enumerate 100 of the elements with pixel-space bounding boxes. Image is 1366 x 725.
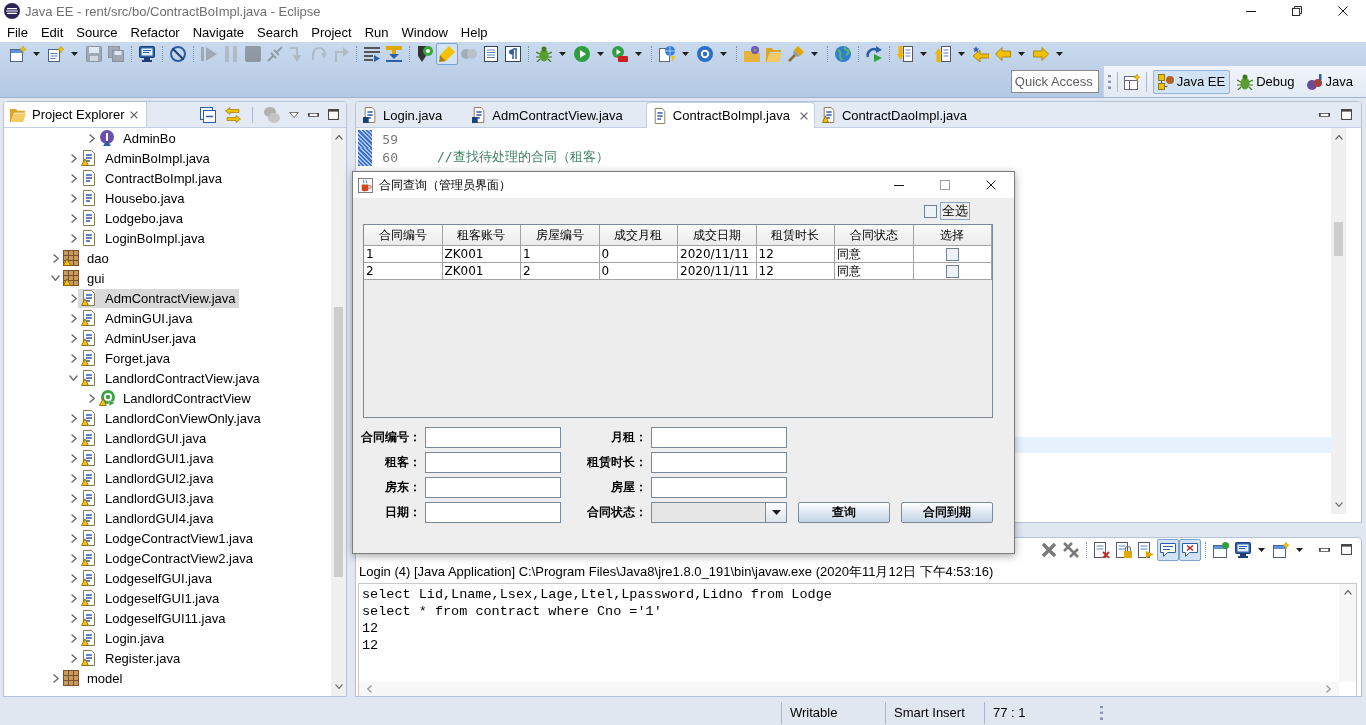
pin-icon[interactable]: [417, 46, 433, 62]
monitor-icon[interactable]: [139, 46, 155, 62]
brush-icon[interactable]: [788, 46, 804, 62]
tree-item[interactable]: LodgeselfGUI11.java: [78, 608, 229, 628]
chevron-right-icon[interactable]: [70, 333, 77, 343]
text-field[interactable]: [425, 477, 561, 498]
chevron-up-icon[interactable]: [1343, 590, 1352, 595]
text-field[interactable]: [651, 477, 787, 498]
row-checkbox[interactable]: [945, 247, 959, 261]
monitor-icon[interactable]: [1235, 541, 1251, 558]
chevron-right-icon[interactable]: [70, 173, 77, 183]
vertical-scrollbar[interactable]: [331, 128, 346, 696]
list-arrow-icon[interactable]: [364, 46, 380, 62]
chevron-right-icon[interactable]: [88, 393, 95, 403]
document-x-icon[interactable]: [1094, 541, 1110, 558]
chevron-right-icon[interactable]: [70, 213, 77, 223]
tree-item[interactable]: Login.java: [78, 628, 168, 648]
tree-item[interactable]: LodgeContractView2.java: [78, 548, 256, 568]
chevron-down-icon[interactable]: [334, 684, 343, 689]
caret-icon[interactable]: [811, 52, 818, 56]
tree-item[interactable]: LandlordContractView.java: [78, 368, 263, 388]
view-tab[interactable]: Project Explorer: [4, 102, 148, 127]
editor-tab[interactable]: ContractDaoImpl.java: [814, 102, 990, 127]
tree-item[interactable]: LandlordGUI.java: [78, 428, 210, 448]
tree-item[interactable]: dao: [60, 248, 112, 268]
chevron-right-icon[interactable]: [70, 593, 77, 603]
globe-icon[interactable]: [835, 46, 851, 62]
tree-item[interactable]: AdminBo: [96, 128, 179, 148]
document-star-icon[interactable]: [48, 46, 64, 62]
tree-item[interactable]: gui: [60, 268, 108, 288]
chevron-up-icon[interactable]: [1334, 135, 1343, 140]
caret-icon[interactable]: [958, 52, 965, 56]
minimize-icon[interactable]: [1319, 547, 1330, 552]
chevron-right-icon[interactable]: [70, 613, 77, 623]
chevron-right-icon[interactable]: [88, 133, 95, 143]
tree-item[interactable]: AdminUser.java: [78, 328, 200, 348]
text-field[interactable]: [425, 427, 561, 448]
tree-item[interactable]: Lodgebo.java: [78, 208, 187, 228]
tree-item[interactable]: LodgeContractView1.java: [78, 528, 256, 548]
speech-bubble-x-icon[interactable]: [1179, 538, 1201, 561]
double-x-icon[interactable]: [1063, 541, 1079, 558]
caret-icon[interactable]: [71, 52, 78, 56]
tree-item[interactable]: AdmContractView.java: [78, 288, 239, 308]
row-checkbox[interactable]: [945, 264, 959, 278]
button[interactable]: 合同到期: [901, 502, 993, 523]
globe-document-icon[interactable]: [659, 46, 675, 62]
triangle-icon[interactable]: [289, 111, 299, 118]
two-arrows-icon[interactable]: [225, 106, 241, 123]
window-layout-icon[interactable]: [1123, 73, 1140, 90]
document-arrow-icon[interactable]: [1138, 541, 1154, 558]
select-all-checkbox[interactable]: [924, 204, 937, 218]
menu-item[interactable]: Help: [460, 24, 488, 40]
chevron-right-icon[interactable]: [70, 653, 77, 663]
menu-item[interactable]: Source: [76, 24, 118, 40]
checkbox-label[interactable]: 全选: [940, 202, 970, 220]
menu-item[interactable]: Navigate: [192, 24, 244, 40]
tree-item[interactable]: AdminBoImpl.java: [78, 148, 213, 168]
maximize-icon[interactable]: [1341, 544, 1352, 555]
tree-item[interactable]: Forget.java: [78, 348, 174, 368]
speech-bubble-icon[interactable]: [1157, 538, 1179, 561]
curved-arrow-play-icon[interactable]: [866, 46, 882, 62]
scrollbar-thumb[interactable]: [1334, 222, 1343, 256]
chevron-right-icon[interactable]: [70, 353, 77, 363]
tree-item[interactable]: LoginBoImpl.java: [78, 228, 208, 248]
vertical-scrollbar[interactable]: [1339, 584, 1356, 682]
menu-item[interactable]: Window: [401, 24, 448, 40]
folder-circle-icon[interactable]: [744, 46, 760, 62]
perspective-button[interactable]: Debug: [1232, 69, 1300, 94]
text-field[interactable]: [425, 502, 561, 523]
perspective-button[interactable]: Java EE: [1152, 69, 1231, 94]
horizontal-scrollbar[interactable]: [359, 682, 1339, 696]
caret-icon[interactable]: [635, 52, 642, 56]
menu-item[interactable]: Search: [257, 24, 299, 40]
editor-tab[interactable]: ContractBoImpl.java: [645, 102, 815, 128]
text-field[interactable]: [651, 452, 787, 473]
tee-arrow-icon[interactable]: [386, 46, 402, 62]
chevron-right-icon[interactable]: [1326, 685, 1331, 693]
crossed-circle-icon[interactable]: [170, 46, 186, 62]
editor-tab[interactable]: AdmContractView.java: [465, 102, 646, 127]
chevron-right-icon[interactable]: [70, 313, 77, 323]
editor-tab[interactable]: Login.java: [356, 102, 466, 127]
menu-item[interactable]: Project: [311, 24, 352, 40]
tree-item[interactable]: LandlordContractView: [96, 388, 254, 408]
minimize-icon[interactable]: [1246, 10, 1256, 12]
chevron-right-icon[interactable]: [70, 473, 77, 483]
chevron-right-icon[interactable]: [70, 513, 77, 523]
dropdown-field[interactable]: [651, 502, 787, 523]
menu-item[interactable]: Edit: [40, 24, 64, 40]
chevron-right-icon[interactable]: [70, 193, 77, 203]
chevron-down-icon[interactable]: [69, 375, 78, 381]
minimize-icon[interactable]: [308, 112, 319, 117]
caret-icon[interactable]: [1258, 547, 1265, 552]
caret-icon[interactable]: [920, 52, 927, 56]
tree-item[interactable]: LandlordGUI1.java: [78, 448, 217, 468]
chevron-right-icon[interactable]: [70, 533, 77, 543]
perspective-button[interactable]: Java: [1301, 69, 1358, 94]
bug-icon[interactable]: [536, 46, 552, 62]
maximize-icon[interactable]: [328, 109, 339, 120]
chevron-down-icon[interactable]: [51, 275, 60, 281]
tree-item[interactable]: ContractBoImpl.java: [78, 168, 226, 188]
